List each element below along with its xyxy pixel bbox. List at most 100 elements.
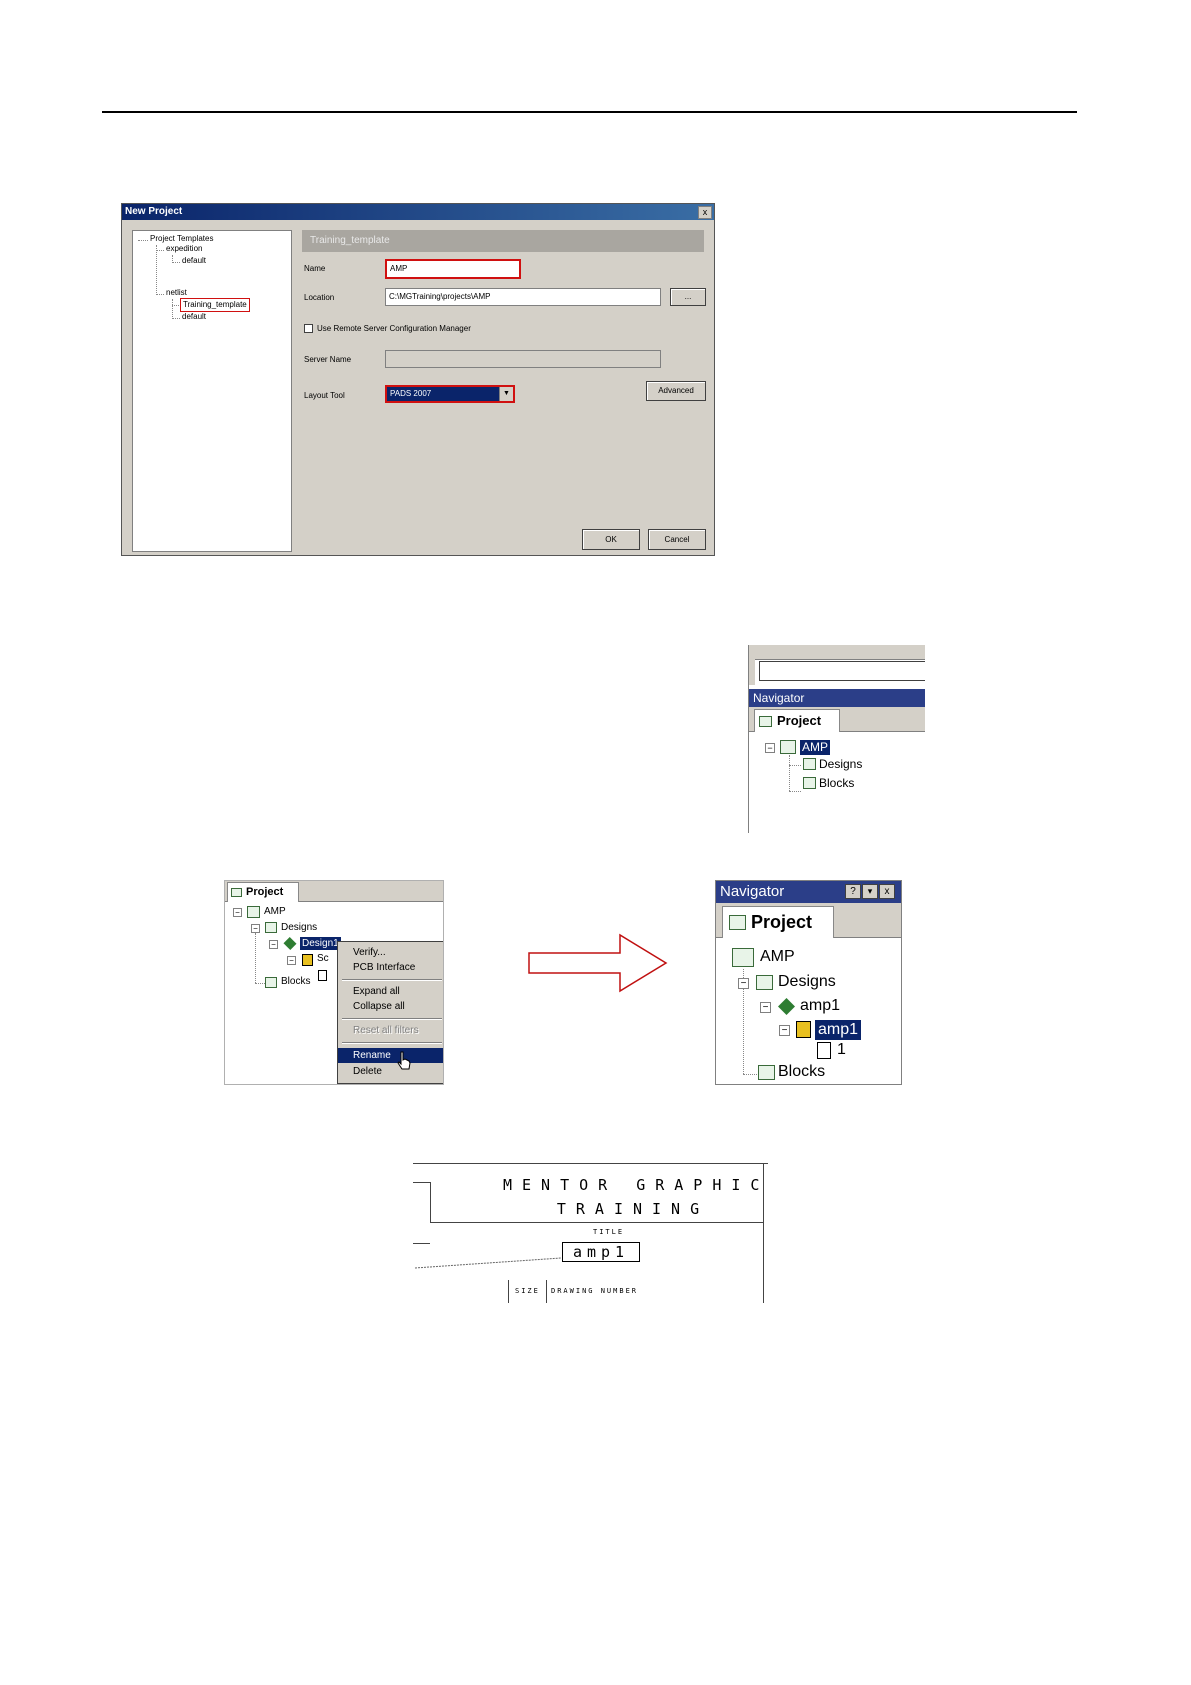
location-field[interactable]: C:\MGTraining\projects\AMP — [385, 288, 661, 306]
tree-item-blocks[interactable]: Blocks — [281, 976, 310, 987]
tree-item-default-netlist[interactable]: default — [182, 312, 206, 321]
right-arrow-icon — [528, 933, 668, 993]
menu-item-verify[interactable]: Verify... — [338, 945, 443, 960]
tree-line — [172, 299, 173, 319]
leader-line — [414, 1257, 562, 1269]
tree-item-amp1-design[interactable]: amp1 — [800, 997, 840, 1015]
menu-item-pcb-interface[interactable]: PCB Interface — [338, 960, 443, 975]
title-value[interactable]: amp1 — [562, 1242, 640, 1262]
project-tree-icon — [231, 888, 242, 897]
border-top-line — [413, 1163, 768, 1164]
advanced-button[interactable]: Advanced — [646, 381, 706, 401]
project-tree-icon — [759, 716, 772, 727]
tree-line — [789, 791, 801, 792]
remote-server-checkbox[interactable] — [304, 324, 313, 333]
tab-project-label: Project — [751, 912, 813, 932]
project-tree-icon — [729, 915, 746, 930]
tree-item-amp[interactable]: AMP — [800, 740, 831, 755]
blocks-folder-icon — [803, 777, 816, 789]
chevron-down-icon[interactable]: ▼ — [499, 387, 513, 401]
menu-separator — [342, 1018, 442, 1020]
company-line-1: MENTOR GRAPHICS — [503, 1176, 768, 1194]
navigator-panel-large: Navigator ? ▾ x Project AMP − Designs − … — [715, 880, 902, 1085]
company-line-2: TRAINING — [556, 1200, 710, 1218]
new-project-dialog: New Project x Project Templates expediti… — [121, 203, 715, 556]
tree-item-designs[interactable]: Designs — [819, 757, 862, 771]
server-name-label: Server Name — [304, 355, 352, 364]
tree-item-blocks[interactable]: Blocks — [778, 1063, 825, 1081]
tree-item-amp[interactable]: AMP — [760, 948, 795, 966]
close-icon[interactable]: x — [698, 206, 712, 219]
tree-line — [743, 1074, 757, 1075]
collapse-icon[interactable]: − — [287, 956, 296, 965]
layout-tool-select[interactable]: PADS 2007 ▼ — [385, 385, 515, 403]
menu-item-rename[interactable]: Rename — [338, 1048, 443, 1063]
name-field[interactable]: AMP — [385, 259, 521, 279]
tree-line — [172, 305, 179, 306]
tree-item-project-templates[interactable]: Project Templates — [150, 234, 213, 243]
tree-item-netlist[interactable]: netlist — [166, 288, 187, 297]
name-label: Name — [304, 264, 326, 273]
tree-item-amp[interactable]: AMP — [264, 906, 286, 917]
browse-button[interactable]: ... — [670, 288, 706, 306]
tree-item-design1[interactable]: Design1 — [300, 937, 341, 950]
tree-line — [789, 765, 801, 766]
collapse-icon[interactable]: − — [779, 1025, 790, 1036]
tab-project[interactable]: Project — [754, 709, 840, 732]
drawing-number-label: DRAWING NUMBER — [551, 1287, 639, 1295]
tab-project-label: Project — [777, 713, 822, 728]
tree-item-designs[interactable]: Designs — [281, 922, 317, 933]
toolbar-input[interactable] — [759, 661, 925, 681]
collapse-icon[interactable]: − — [233, 908, 242, 917]
tree-item-expedition[interactable]: expedition — [166, 244, 202, 253]
dialog-title: New Project — [125, 206, 183, 217]
layout-tool-label: Layout Tool — [304, 391, 345, 400]
schematic-icon — [302, 954, 313, 966]
tree-item-designs[interactable]: Designs — [778, 973, 836, 991]
menu-item-delete[interactable]: Delete — [338, 1064, 443, 1079]
navigator-panel-small: Navigator Project − AMP Designs Blocks — [748, 645, 925, 833]
tree-item-training-template[interactable]: Training_template — [180, 298, 250, 312]
divider-line — [508, 1280, 509, 1303]
tree-item-amp1-schematic[interactable]: amp1 — [815, 1020, 862, 1040]
close-icon[interactable]: x — [879, 884, 895, 899]
template-tree: Project Templates expedition default net… — [132, 230, 292, 552]
collapse-icon[interactable]: − — [738, 978, 749, 989]
divider-line — [430, 1182, 431, 1222]
tree-line — [789, 755, 790, 791]
tree-item-schematic[interactable]: Sc — [317, 953, 329, 964]
menu-item-reset-all-filters[interactable]: Reset all filters — [338, 1023, 443, 1038]
project-icon — [247, 906, 260, 918]
template-header: Training_template — [302, 230, 704, 252]
schematic-title-block: MENTOR GRAPHICS TRAINING TITLE amp1 SIZE… — [413, 1160, 768, 1303]
blocks-folder-icon — [758, 1065, 775, 1080]
collapse-icon[interactable]: − — [760, 1002, 771, 1013]
tab-project[interactable]: Project — [722, 906, 834, 938]
divider-line — [413, 1243, 430, 1244]
tab-project[interactable]: Project — [227, 882, 299, 902]
menu-item-collapse-all[interactable]: Collapse all — [338, 999, 443, 1014]
collapse-icon[interactable]: − — [765, 743, 775, 753]
tree-line — [255, 933, 256, 983]
tree-item-blocks[interactable]: Blocks — [819, 776, 854, 790]
help-icon[interactable]: ? — [845, 884, 861, 899]
tree-line — [255, 983, 265, 984]
tree-item-sheet-1[interactable]: 1 — [837, 1041, 846, 1059]
dropdown-icon[interactable]: ▾ — [862, 884, 878, 899]
collapse-icon[interactable]: − — [251, 924, 260, 933]
size-label: SIZE — [515, 1287, 540, 1295]
location-label: Location — [304, 293, 335, 302]
cancel-button[interactable]: Cancel — [648, 529, 706, 550]
tree-line — [156, 294, 164, 295]
collapse-icon[interactable]: − — [269, 940, 278, 949]
schematic-icon — [796, 1021, 811, 1038]
server-name-field[interactable] — [385, 350, 661, 368]
toolbar-grip — [749, 659, 755, 685]
header-rule — [102, 111, 1077, 113]
menu-separator — [342, 979, 442, 981]
divider-line — [546, 1280, 547, 1303]
designs-folder-icon — [265, 922, 277, 933]
menu-item-expand-all[interactable]: Expand all — [338, 984, 443, 999]
ok-button[interactable]: OK — [582, 529, 640, 550]
tree-item-default-expedition[interactable]: default — [182, 256, 206, 265]
